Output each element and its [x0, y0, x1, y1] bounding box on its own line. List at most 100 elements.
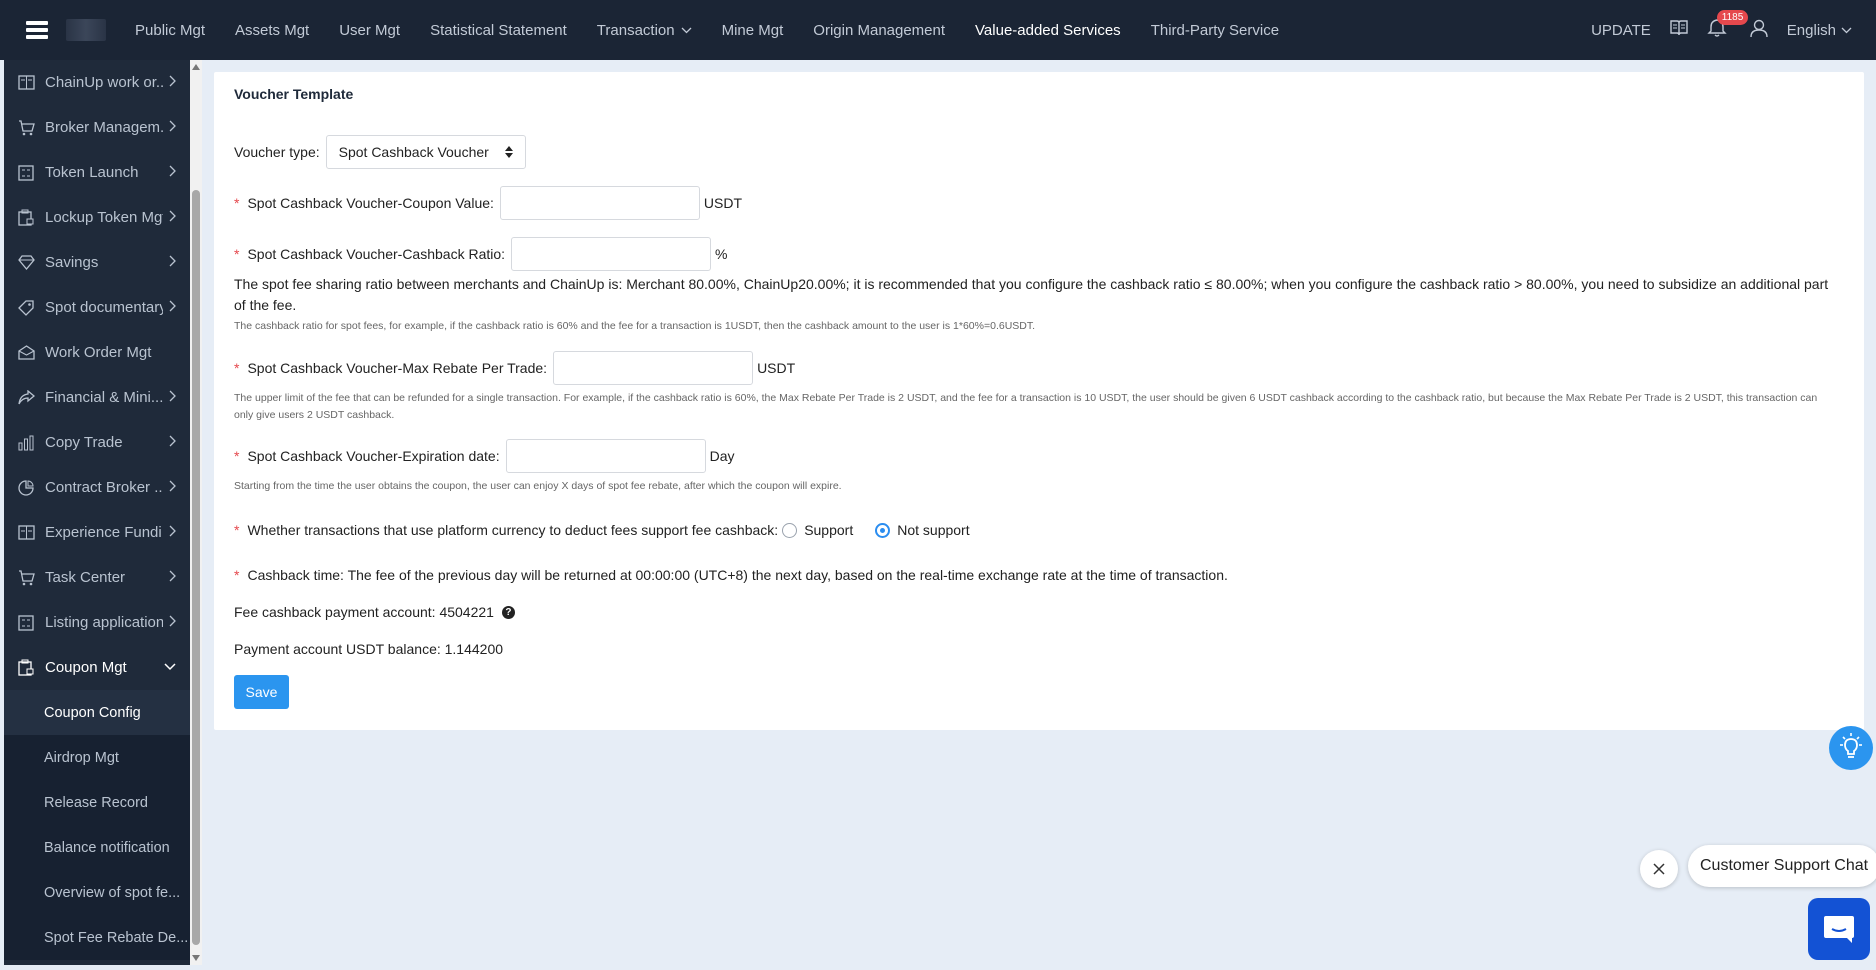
sidebar-item-experience-funding[interactable]: Experience Fundi... — [4, 510, 190, 555]
coupon-value-row: * Spot Cashback Voucher-Coupon Value: US… — [234, 186, 742, 220]
sidebar-item-chainup-work-order[interactable]: ChainUp work or... — [4, 60, 190, 105]
help-icon[interactable]: ? — [501, 605, 515, 619]
sidebar-subitem-release-record[interactable]: Release Record — [4, 780, 190, 825]
expiration-row: * Spot Cashback Voucher-Expiration date:… — [234, 439, 735, 473]
language-selector[interactable]: English — [1787, 22, 1852, 39]
pie-chart-icon — [17, 479, 35, 497]
nav-transaction[interactable]: Transaction — [597, 22, 692, 39]
sidebar-item-task-center[interactable]: Task Center — [4, 555, 190, 600]
nav-statistical-statement[interactable]: Statistical Statement — [430, 22, 567, 39]
cashback-ratio-input[interactable] — [511, 237, 712, 271]
notification-bell[interactable]: 1185 — [1707, 10, 1749, 42]
scroll-up-arrow-icon[interactable] — [192, 64, 200, 70]
cart-icon — [17, 119, 35, 137]
sidebar-subitem-spot-fee-rebate[interactable]: Spot Fee Rebate De... — [4, 915, 190, 960]
sidebar: ChainUp work or... Broker Managem... Tok… — [4, 60, 190, 965]
expiration-label: Spot Cashback Voucher-Expiration date: — [247, 448, 500, 464]
sidebar-item-broker-management[interactable]: Broker Managem... — [4, 105, 190, 150]
chevron-right-icon — [169, 615, 176, 627]
max-rebate-label: Spot Cashback Voucher-Max Rebate Per Tra… — [247, 360, 548, 376]
voucher-type-row: Voucher type: Spot Cashback Voucher — [234, 135, 526, 169]
cashback-ratio-row: * Spot Cashback Voucher-Cashback Ratio: … — [234, 237, 728, 271]
voucher-type-select[interactable]: Spot Cashback Voucher — [325, 135, 526, 169]
chat-button[interactable] — [1808, 898, 1870, 960]
page-title: Voucher Template — [234, 86, 354, 102]
support-radio-label[interactable]: Support — [804, 522, 853, 538]
payment-balance-text: Payment account USDT balance: 1.144200 — [234, 641, 504, 657]
chevron-right-icon — [169, 165, 176, 177]
book-icon[interactable] — [1669, 19, 1689, 41]
cashback-ratio-label: Spot Cashback Voucher-Cashback Ratio: — [247, 246, 506, 262]
sidebar-item-lockup-token-mgt[interactable]: Lockup Token Mgt — [4, 195, 190, 240]
nav-origin-management[interactable]: Origin Management — [813, 22, 945, 39]
tag-icon — [17, 299, 35, 317]
chevron-right-icon — [169, 75, 176, 87]
required-mark: * — [234, 360, 240, 376]
chevron-right-icon — [169, 435, 176, 447]
coupon-value-input[interactable] — [499, 186, 700, 220]
scrollbar-thumb[interactable] — [192, 190, 200, 945]
update-link[interactable]: UPDATE — [1591, 22, 1651, 39]
coupon-value-unit: USDT — [703, 195, 743, 211]
nav-assets-mgt[interactable]: Assets Mgt — [235, 22, 309, 39]
chevron-down-icon — [681, 27, 692, 33]
nav-value-added-services[interactable]: Value-added Services — [975, 22, 1121, 39]
top-right-tools: UPDATE 1185 English — [1591, 0, 1852, 60]
close-icon — [1653, 863, 1665, 875]
cashback-time-row: * Cashback time: The fee of the previous… — [234, 567, 1228, 583]
sidebar-subitem-airdrop-mgt[interactable]: Airdrop Mgt — [4, 735, 190, 780]
not-support-radio-label[interactable]: Not support — [897, 522, 969, 538]
nav-mine-mgt[interactable]: Mine Mgt — [722, 22, 784, 39]
brand-logo[interactable] — [66, 19, 106, 41]
sidebar-subitem-balance-notification[interactable]: Balance notification — [4, 825, 190, 870]
close-chat-button[interactable] — [1640, 850, 1678, 888]
max-rebate-row: * Spot Cashback Voucher-Max Rebate Per T… — [234, 351, 795, 385]
cashback-time-text: Cashback time: The fee of the previous d… — [247, 567, 1228, 583]
customer-support-chat-label[interactable]: Customer Support Chat — [1688, 845, 1876, 887]
required-mark: * — [234, 567, 240, 583]
bar-chart-icon — [17, 434, 35, 452]
required-mark: * — [234, 246, 240, 262]
nav-public-mgt[interactable]: Public Mgt — [135, 22, 205, 39]
required-mark: * — [234, 522, 240, 538]
book-icon — [17, 74, 35, 92]
scroll-down-arrow-icon[interactable] — [192, 955, 200, 961]
sidebar-item-token-launch[interactable]: Token Launch — [4, 150, 190, 195]
required-mark: * — [234, 448, 240, 464]
sidebar-item-coupon-mgt[interactable]: Coupon Mgt — [4, 645, 190, 690]
support-radio[interactable] — [782, 522, 798, 538]
ledger-icon — [17, 524, 35, 542]
sidebar-scrollbar[interactable] — [190, 60, 202, 965]
save-button[interactable]: Save — [234, 675, 289, 709]
sidebar-item-copy-trade[interactable]: Copy Trade — [4, 420, 190, 465]
cart-icon — [17, 569, 35, 587]
sidebar-item-contract-broker[interactable]: Contract Broker ... — [4, 465, 190, 510]
menu-toggle-icon[interactable] — [20, 13, 54, 47]
expiration-input[interactable] — [505, 439, 706, 473]
sidebar-item-savings[interactable]: Savings — [4, 240, 190, 285]
chevron-right-icon — [169, 480, 176, 492]
nav-third-party-service[interactable]: Third-Party Service — [1151, 22, 1279, 39]
lightbulb-icon[interactable] — [1829, 726, 1873, 770]
sidebar-subitem-overview-spot-fee[interactable]: Overview of spot fe... — [4, 870, 190, 915]
sidebar-item-work-order-mgt[interactable]: Work Order Mgt — [4, 330, 190, 375]
chat-bubble-icon — [1824, 916, 1854, 943]
cashback-ratio-unit: % — [715, 246, 728, 262]
chevron-right-icon — [169, 120, 176, 132]
sidebar-item-spot-documentary[interactable]: Spot documentary — [4, 285, 190, 330]
expiration-unit: Day — [709, 448, 735, 464]
chevron-right-icon — [169, 255, 176, 267]
sidebar-item-financial-mining[interactable]: Financial & Mini... — [4, 375, 190, 420]
expiration-hint: Starting from the time the user obtains … — [234, 480, 842, 492]
user-icon[interactable] — [1749, 18, 1769, 42]
platform-currency-label: Whether transactions that use platform c… — [247, 522, 779, 538]
sidebar-item-listing-application[interactable]: Listing application — [4, 600, 190, 645]
cashback-ratio-note: The spot fee sharing ratio between merch… — [234, 276, 1829, 313]
sort-arrows-icon — [504, 146, 513, 158]
voucher-template-card: Voucher Template Voucher type: Spot Cash… — [214, 72, 1864, 730]
max-rebate-hint: The upper limit of the fee that can be r… — [234, 392, 1818, 421]
not-support-radio[interactable] — [875, 522, 891, 538]
nav-user-mgt[interactable]: User Mgt — [339, 22, 400, 39]
max-rebate-input[interactable] — [553, 351, 754, 385]
sidebar-subitem-coupon-config[interactable]: Coupon Config — [4, 690, 190, 735]
